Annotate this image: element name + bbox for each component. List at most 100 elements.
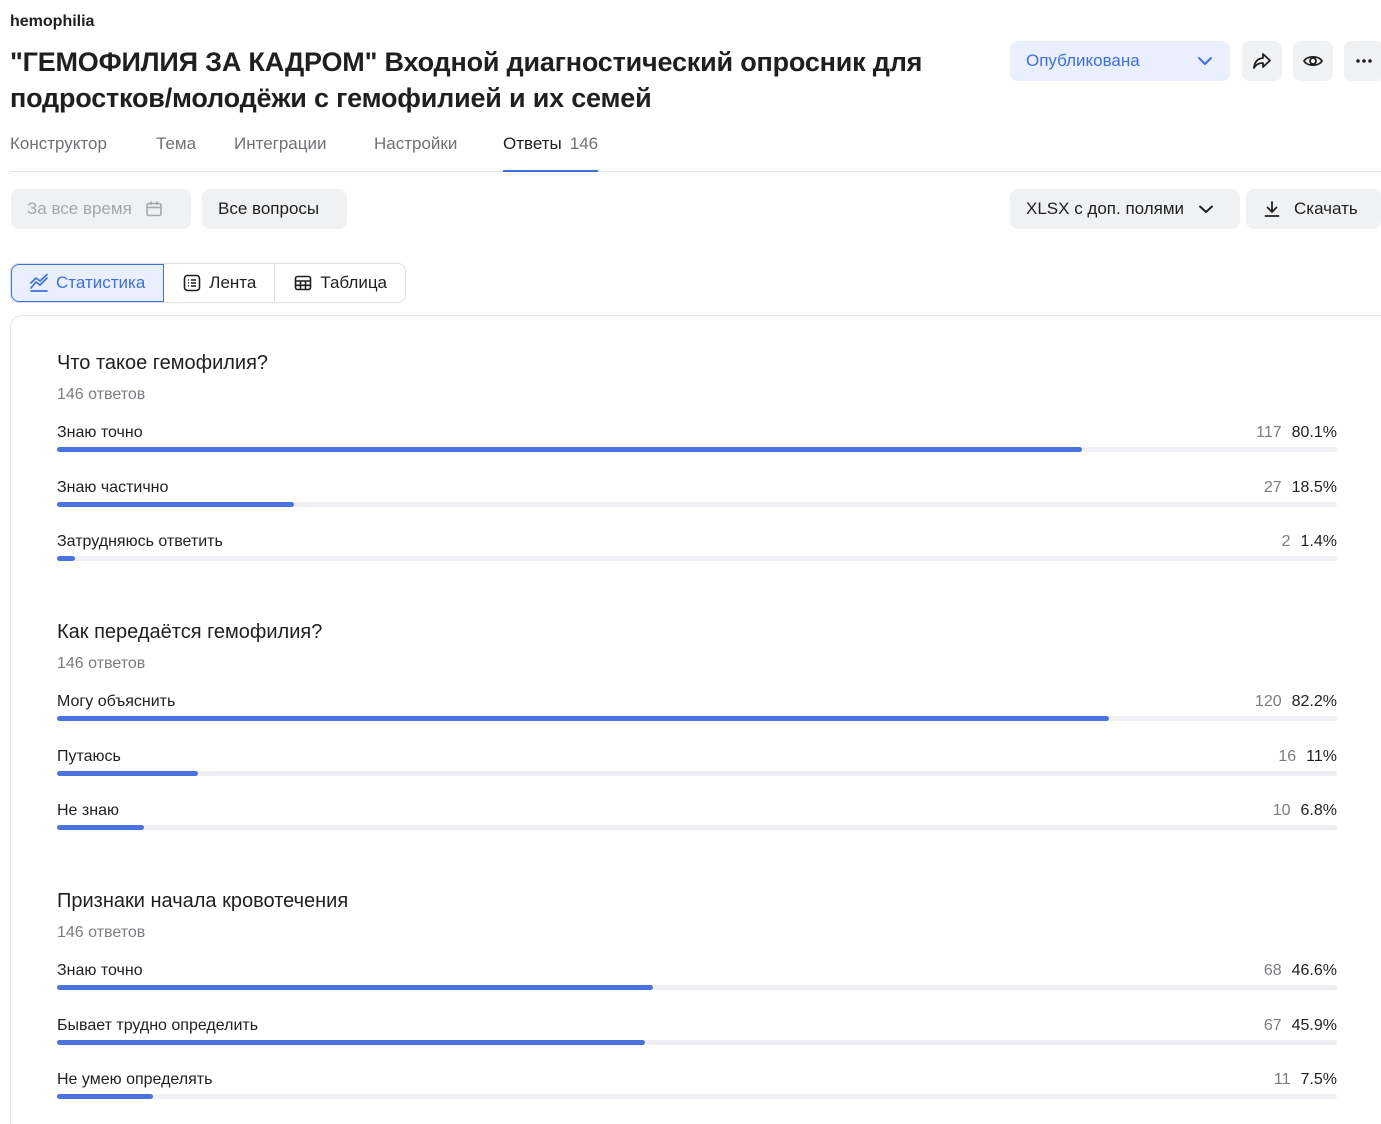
answer-stats: 2 1.4%: [1282, 533, 1337, 551]
answer-label: Путаюсь: [57, 747, 121, 765]
question-response-count: 146 ответов: [57, 924, 146, 941]
status-dropdown[interactable]: Опубликована: [1010, 41, 1230, 81]
answer-count: 2: [1281, 533, 1291, 550]
preview-button[interactable]: [1293, 41, 1333, 81]
answer-count: 117: [1256, 424, 1282, 441]
answer-count: 11: [1273, 1071, 1291, 1088]
answer-bar-fill: [57, 556, 75, 561]
answer-bar-track: [57, 716, 1337, 721]
list-icon: [183, 274, 201, 292]
period-label: За все время: [27, 199, 132, 218]
answer-bar-fill: [57, 825, 145, 830]
export-format-select[interactable]: XLSX с доп. полями: [1010, 189, 1240, 229]
answer-bar-track: [57, 447, 1337, 452]
table-icon: [295, 275, 312, 291]
tab-integrations[interactable]: Интеграции: [234, 134, 327, 172]
answer-label: Знаю частично: [57, 478, 169, 496]
answer-percent: 82.2%: [1291, 693, 1337, 710]
answer-bar-track: [57, 501, 1337, 507]
view-switch: Статистика Лента Таблица: [10, 263, 407, 303]
answer-count: 10: [1272, 802, 1291, 819]
question-title: Признаки начала кровотечения: [57, 890, 349, 912]
download-button[interactable]: Скачать: [1246, 189, 1381, 229]
answer-stats: 67 45.9%: [1264, 1017, 1337, 1035]
answer-bar-track: [57, 825, 1337, 830]
answer-count: 120: [1254, 693, 1282, 710]
answer-stats: 11 7.5%: [1274, 1071, 1337, 1089]
question-title: Что такое гемофилия?: [57, 352, 269, 374]
answer-option: Не умею определять 11 7.5%: [57, 1065, 1337, 1120]
answer-option: Не знаю 10 6.8%: [57, 796, 1337, 851]
tab-settings[interactable]: Настройки: [374, 134, 457, 172]
answer-label: Знаю точно: [57, 962, 143, 979]
download-label: Скачать: [1294, 199, 1358, 218]
answer-percent: 11%: [1306, 747, 1337, 765]
answer-bar-track: [57, 985, 1337, 990]
share-icon: [1253, 53, 1271, 69]
answer-count: 27: [1263, 478, 1282, 496]
answer-options: Знаю точно 68 46.6% Бывает трудно определ…: [57, 956, 1337, 1120]
answer-bar-fill: [57, 770, 198, 776]
responses-count: 146: [569, 134, 599, 153]
status-label: Опубликована: [1026, 51, 1140, 70]
answer-percent: 80.1%: [1291, 424, 1337, 441]
view-statistics-label: Статистика: [56, 273, 146, 292]
answer-percent: 7.5%: [1300, 1071, 1337, 1088]
tab-responses-label: Ответы: [503, 134, 562, 153]
answer-stats: 10 6.8%: [1273, 802, 1337, 820]
answer-percent: 6.8%: [1300, 802, 1337, 819]
more-button[interactable]: [1344, 41, 1381, 81]
page-title: "ГЕМОФИЛИЯ ЗА КАДРОМ" Входной диагностич…: [10, 47, 923, 113]
chart-icon: [30, 273, 48, 292]
view-feed[interactable]: Лента: [164, 264, 276, 302]
eye-icon: [1302, 55, 1324, 67]
answer-options: Знаю точно 117 80.1% Знаю частично 27 18.5…: [57, 418, 1337, 582]
answer-label: Знаю точно: [57, 424, 143, 441]
answer-label: Бывает трудно определить: [57, 1016, 259, 1034]
tab-responses[interactable]: Ответы 146: [503, 134, 599, 172]
tab-bar: Конструктор Тема Интеграции Настройки От…: [10, 130, 1381, 172]
answer-bar-track: [57, 556, 1337, 561]
answer-bar-fill: [57, 716, 1110, 721]
answer-option: Затрудняюсь ответить 2 1.4%: [57, 527, 1337, 582]
workspace-name[interactable]: hemophilia: [10, 13, 94, 31]
chevron-down-icon: [1198, 57, 1212, 65]
answer-option: Могу объяснить 120 82.2%: [57, 687, 1337, 742]
answer-count: 67: [1263, 1016, 1282, 1034]
calendar-icon: [146, 201, 162, 217]
chevron-down-icon: [1199, 205, 1214, 213]
view-table[interactable]: Таблица: [275, 264, 405, 302]
tab-constructor[interactable]: Конструктор: [10, 134, 107, 172]
answer-count: 16: [1278, 747, 1297, 765]
question-title: Как передаётся гемофилия?: [57, 621, 323, 643]
answer-label: Могу объяснить: [57, 693, 176, 710]
answer-stats: 68 46.6%: [1264, 962, 1337, 980]
question-response-count: 146 ответов: [57, 386, 146, 403]
answer-option: Путаюсь 16 11%: [57, 742, 1337, 797]
question-block: Как передаётся гемофилия? 146 ответов Мо…: [57, 621, 1337, 851]
answer-option: Знаю частично 27 18.5%: [57, 473, 1337, 528]
answer-bar-fill: [57, 501, 294, 507]
answer-bar-fill: [57, 985, 654, 990]
answer-option: Знаю точно 117 80.1%: [57, 418, 1337, 473]
questions-filter[interactable]: Все вопросы: [202, 189, 347, 229]
answer-stats: 27 18.5%: [1264, 479, 1337, 497]
more-icon: [1356, 59, 1372, 63]
answer-label: Не знаю: [57, 802, 119, 819]
answer-stats: 120 82.2%: [1255, 693, 1337, 711]
view-table-label: Таблица: [320, 273, 388, 292]
answer-percent: 18.5%: [1291, 478, 1337, 496]
question-block: Признаки начала кровотечения 146 ответов…: [57, 890, 1337, 1120]
answer-percent: 1.4%: [1300, 533, 1337, 550]
answer-options: Могу объяснить 120 82.2% Путаюсь 16 11% Не…: [57, 687, 1337, 851]
download-icon: [1264, 201, 1280, 217]
answer-bar-track: [57, 770, 1337, 776]
period-filter[interactable]: За все время: [11, 189, 191, 229]
answer-bar-track: [57, 1039, 1337, 1045]
answer-option: Знаю точно 68 46.6%: [57, 956, 1337, 1011]
tab-theme[interactable]: Тема: [156, 134, 196, 172]
questions-filter-label: Все вопросы: [218, 199, 320, 218]
share-button[interactable]: [1242, 41, 1282, 81]
answer-bar-fill: [57, 447, 1083, 452]
view-statistics[interactable]: Статистика: [11, 264, 165, 302]
